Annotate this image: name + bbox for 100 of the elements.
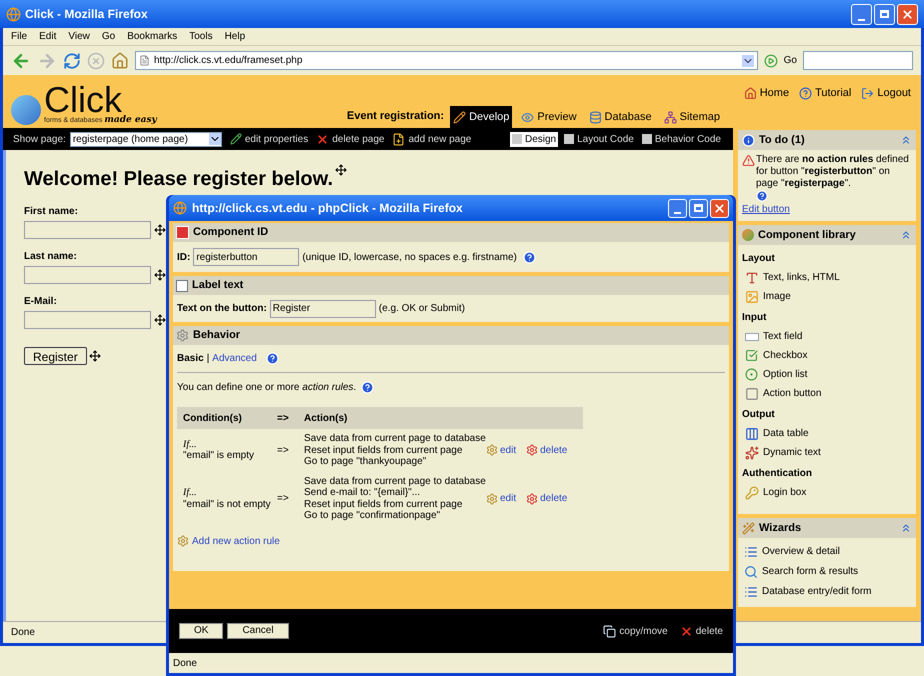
text-field[interactable]	[24, 266, 151, 284]
close-button[interactable]	[897, 4, 918, 24]
header-link[interactable]: Tutorial	[815, 85, 852, 102]
app-tab[interactable]: Develop	[450, 106, 512, 128]
menu-item[interactable]: Tools	[189, 29, 213, 44]
delete-icon	[680, 624, 693, 638]
page-action[interactable]: edit properties	[244, 132, 308, 146]
go-icon[interactable]	[764, 54, 778, 68]
move-icon[interactable]	[154, 314, 166, 326]
help-icon[interactable]	[756, 190, 768, 202]
edit-button-link[interactable]: Edit button	[742, 202, 912, 217]
search-field[interactable]	[803, 51, 913, 70]
todo-message: There are no action rules defined for button "registerbutton" on page "registerpage".	[756, 154, 910, 190]
library-item[interactable]: Text field	[763, 329, 802, 344]
dialog-button[interactable]: Cancel	[227, 623, 289, 639]
view-tab[interactable]: Design	[510, 132, 558, 146]
project-name: Event registration:	[346, 108, 444, 124]
action-text: Send e-mail to: "{email}"...	[304, 487, 422, 498]
move-icon[interactable]	[335, 164, 348, 176]
page-action[interactable]: add new page	[408, 132, 472, 146]
menu-item[interactable]: Edit	[39, 29, 56, 44]
header-link[interactable]: Home	[760, 85, 790, 102]
edit-link[interactable]: edit	[500, 444, 516, 456]
field-label: E-Mail:	[24, 295, 57, 309]
copy-icon	[603, 624, 616, 638]
page-select[interactable]: registerpage (home page)	[70, 132, 222, 146]
menu-item[interactable]: File	[11, 29, 28, 44]
refresh-icon[interactable]	[63, 52, 81, 70]
menu-item[interactable]: Go	[102, 29, 116, 44]
sparkle-icon	[744, 446, 759, 460]
move-icon[interactable]	[88, 350, 101, 362]
condition-text: "email" is not empty	[183, 498, 272, 510]
mode-tab[interactable]: Basic	[177, 351, 204, 366]
help-icon[interactable]	[361, 381, 374, 394]
maximize-button[interactable]	[874, 4, 895, 24]
menu-item[interactable]: Help	[224, 29, 246, 44]
text-field[interactable]	[24, 221, 151, 239]
address-field[interactable]: http://click.cs.vt.edu/frameset.php	[135, 51, 758, 70]
library-item[interactable]: Checkbox	[763, 348, 808, 363]
dialog-button[interactable]: OK	[179, 623, 224, 639]
text-field[interactable]	[24, 311, 151, 329]
id-field[interactable]: registerbutton	[193, 248, 300, 266]
library-item[interactable]: Dynamic text	[763, 445, 821, 460]
library-item[interactable]: Text, links, HTML	[763, 270, 840, 285]
header-link[interactable]: Logout	[877, 85, 911, 102]
status-text: Done	[173, 656, 197, 670]
help-icon[interactable]	[522, 250, 536, 264]
edit-link[interactable]: edit	[500, 492, 516, 504]
address-text: http://click.cs.vt.edu/frameset.php	[154, 54, 304, 68]
collapse-icon[interactable]	[900, 522, 912, 534]
library-item[interactable]: Action button	[763, 386, 822, 401]
footer-action[interactable]: copy/move	[619, 624, 668, 638]
id-label: ID:	[177, 250, 190, 264]
add-rule-link[interactable]: Add new action rule	[192, 534, 280, 548]
mode-tab[interactable]: Advanced	[212, 351, 257, 366]
column-header: Action(s)	[304, 412, 348, 426]
register-button[interactable]: Register	[24, 347, 87, 365]
delete-link[interactable]: delete	[540, 492, 568, 504]
action-text: Go to page "thankyoupage"	[304, 456, 428, 468]
group-title: Output	[742, 408, 776, 422]
id-hint: (unique ID, lowercase, no spaces e.g. firstname)	[302, 250, 517, 264]
logo-icon	[11, 95, 41, 125]
wizard-item[interactable]: Search form & results	[762, 564, 858, 579]
library-item[interactable]: Data table	[763, 426, 809, 441]
pencil-icon	[453, 110, 466, 124]
condition-text: "email" is empty	[183, 450, 256, 462]
maximize-button[interactable]	[689, 198, 708, 218]
app-tab[interactable]: Sitemap	[660, 106, 723, 128]
dropdown-icon[interactable]	[208, 133, 221, 145]
button-text-hint: (e.g. OK or Submit)	[378, 302, 465, 316]
app-tab[interactable]: Preview	[518, 106, 580, 128]
minimize-button[interactable]	[668, 198, 687, 218]
library-item[interactable]: Option list	[763, 367, 808, 382]
collapse-icon[interactable]	[900, 229, 912, 241]
library-item[interactable]: Image	[763, 289, 791, 304]
rule-arrow: =>	[277, 444, 290, 456]
wizard-item[interactable]: Overview & detail	[762, 544, 840, 559]
page-action[interactable]: delete page	[332, 132, 384, 146]
app-tab[interactable]: Database	[586, 106, 655, 128]
eye-icon	[521, 110, 534, 124]
help-icon[interactable]	[266, 352, 279, 365]
checkbox-icon	[744, 349, 759, 362]
wizard-item[interactable]: Database entry/edit form	[762, 584, 872, 599]
minimize-button[interactable]	[851, 4, 872, 24]
close-button[interactable]	[710, 198, 729, 218]
view-tab[interactable]: Layout Code	[562, 132, 636, 146]
section-title: Behavior	[193, 328, 240, 344]
collapse-icon[interactable]	[900, 134, 912, 146]
dropdown-icon[interactable]	[742, 54, 754, 66]
menu-item[interactable]: View	[68, 29, 90, 44]
menu-item[interactable]: Bookmarks	[127, 29, 178, 44]
footer-action[interactable]: delete	[696, 624, 723, 638]
delete-link[interactable]: delete	[540, 444, 568, 456]
button-text-field[interactable]: Register	[270, 300, 376, 318]
home-icon[interactable]	[111, 52, 129, 70]
move-icon[interactable]	[154, 269, 166, 281]
move-icon[interactable]	[154, 224, 166, 236]
library-item[interactable]: Login box	[763, 485, 806, 500]
go-label[interactable]: Go	[784, 53, 797, 68]
view-tab[interactable]: Behavior Code	[640, 132, 723, 146]
